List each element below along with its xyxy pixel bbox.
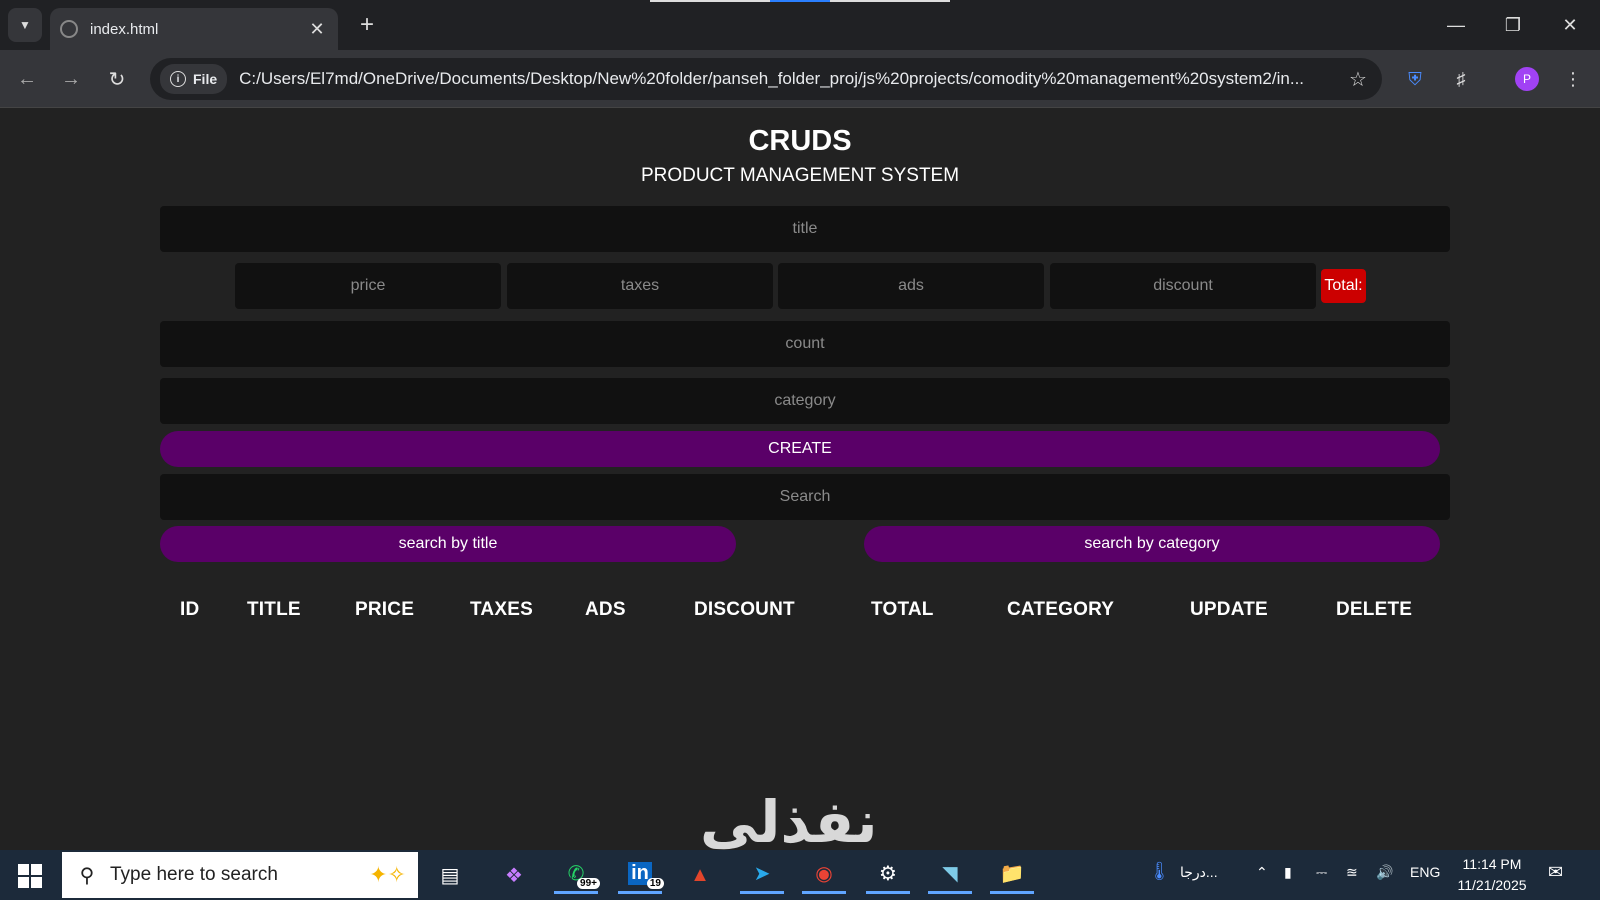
settings-gear-icon[interactable]: ⚙ <box>866 856 910 894</box>
copilot-icon[interactable]: ❖ <box>492 856 536 894</box>
arrow-right-icon: → <box>61 67 81 90</box>
category-input[interactable] <box>160 378 1450 424</box>
browser-tab[interactable]: index.html ✕ <box>50 8 338 50</box>
notifications-icon[interactable]: ✉ <box>1548 862 1563 883</box>
extensions-puzzle-icon[interactable]: ♯ <box>1446 64 1476 94</box>
restore-button[interactable]: ❐ <box>1493 8 1533 42</box>
app-window-icon[interactable]: ◥ <box>928 856 972 894</box>
sparkle-icon: ✦✧ <box>369 862 406 887</box>
chevron-down-icon: ▼ <box>19 18 31 32</box>
count-input[interactable] <box>160 321 1450 367</box>
weather-icon[interactable]: 🌡 <box>1148 861 1171 882</box>
clock-date: 11/21/2025 <box>1457 877 1527 893</box>
minimize-button[interactable]: — <box>1436 8 1476 42</box>
globe-icon <box>60 20 78 38</box>
chevron-up-icon[interactable]: ⌃ <box>1256 864 1268 881</box>
shield-extension-icon[interactable]: ⛨ <box>1400 64 1430 94</box>
windows-start-button[interactable] <box>12 862 48 888</box>
linkedin-icon[interactable]: in 19 <box>618 856 664 894</box>
weather-text[interactable]: درجا... <box>1180 864 1218 881</box>
telegram-icon[interactable]: ➤ <box>740 856 784 894</box>
tab-title: index.html <box>90 20 159 38</box>
bookmark-star-icon[interactable]: ☆ <box>1344 67 1372 92</box>
arrow-left-icon: ← <box>17 67 37 90</box>
header-ads: ADS <box>585 599 626 620</box>
url-text[interactable]: C:/Users/El7md/OneDrive/Documents/Deskto… <box>239 69 1344 89</box>
volume-icon[interactable]: 🔊 <box>1376 864 1393 881</box>
device-icon[interactable]: ⎓ <box>1316 864 1327 881</box>
forward-button[interactable]: → <box>56 64 86 94</box>
profile-avatar[interactable]: P <box>1515 67 1539 91</box>
header-id: ID <box>180 599 200 620</box>
file-chip-label: File <box>193 71 218 87</box>
search-input[interactable] <box>160 474 1450 520</box>
plus-icon: + <box>359 11 374 38</box>
whatsapp-badge: 99+ <box>577 878 600 889</box>
file-explorer-icon[interactable]: 📁 <box>990 856 1034 894</box>
title-input[interactable] <box>160 206 1450 252</box>
search-by-category-button[interactable]: search by category <box>864 526 1440 562</box>
header-category: CATEGORY <box>1007 599 1115 620</box>
price-input[interactable] <box>235 263 501 309</box>
whatsapp-icon[interactable]: ✆ 99+ <box>554 856 600 894</box>
clock-time: 11:14 PM <box>1462 856 1522 872</box>
linkedin-badge: 19 <box>646 878 664 889</box>
watermark-logo: نفذلي <box>700 788 878 856</box>
address-bar[interactable]: i File C:/Users/El7md/OneDrive/Documents… <box>150 58 1382 100</box>
taskbar-search-placeholder: Type here to search <box>110 864 278 885</box>
tab-search-button[interactable]: ▼ <box>8 8 42 42</box>
minimize-icon: — <box>1447 14 1465 35</box>
search-icon: ⚲ <box>79 864 95 887</box>
header-taxes: TAXES <box>470 599 533 620</box>
page-subtitle: PRODUCT MANAGEMENT SYSTEM <box>640 165 960 186</box>
total-display: Total: <box>1321 269 1366 303</box>
info-icon: i <box>170 71 186 87</box>
battery-icon[interactable]: ▮ <box>1284 864 1292 881</box>
header-title: TITLE <box>247 599 301 620</box>
close-window-button[interactable]: ✕ <box>1550 8 1590 42</box>
header-total: TOTAL <box>871 599 934 620</box>
close-tab-icon[interactable]: ✕ <box>306 18 328 40</box>
reload-icon: ↻ <box>108 68 126 91</box>
discount-input[interactable] <box>1050 263 1316 309</box>
taskbar-search-box[interactable]: ⚲ Type here to search ✦✧ <box>62 852 418 898</box>
clock[interactable]: 11:14 PM 11/21/2025 <box>1452 854 1532 896</box>
back-button[interactable]: ← <box>12 64 42 94</box>
tab-strip: ▼ index.html ✕ + — ❐ ✕ <box>0 0 1600 50</box>
chrome-icon[interactable]: ◉ <box>802 856 846 894</box>
language-indicator[interactable]: ENG <box>1410 864 1440 880</box>
header-price: PRICE <box>355 599 415 620</box>
restore-icon: ❐ <box>1504 14 1522 35</box>
menu-kebab-icon[interactable]: ⋮ <box>1558 64 1588 94</box>
pdf-reader-icon[interactable]: ▲ <box>678 856 722 894</box>
taxes-input[interactable] <box>507 263 773 309</box>
taskbar: ⚲ Type here to search ✦✧ ▤ ❖ ✆ 99+ in 19 ▲… <box>0 850 1600 900</box>
header-discount: DISCOUNT <box>694 599 795 620</box>
task-view-icon[interactable]: ▤ <box>428 856 472 894</box>
header-delete: DELETE <box>1336 599 1413 620</box>
table-header: ID TITLE PRICE TAXES ADS DISCOUNT TOTAL … <box>160 599 1450 639</box>
create-button[interactable]: CREATE <box>160 431 1440 467</box>
browser-toolbar: ← → ↻ i File C:/Users/El7md/OneDrive/Doc… <box>0 50 1600 108</box>
search-by-title-button[interactable]: search by title <box>160 526 736 562</box>
ads-input[interactable] <box>778 263 1044 309</box>
reload-button[interactable]: ↻ <box>102 64 132 94</box>
page-content: CRUDS PRODUCT MANAGEMENT SYSTEM Total: C… <box>0 108 1600 856</box>
wifi-icon[interactable]: ≊ <box>1346 864 1358 881</box>
close-icon: ✕ <box>1562 14 1578 35</box>
site-info-chip[interactable]: i File <box>160 64 228 94</box>
header-update: UPDATE <box>1190 599 1268 620</box>
page-title: CRUDS <box>748 125 852 157</box>
new-tab-button[interactable]: + <box>352 10 382 40</box>
loading-indicator <box>650 0 950 2</box>
